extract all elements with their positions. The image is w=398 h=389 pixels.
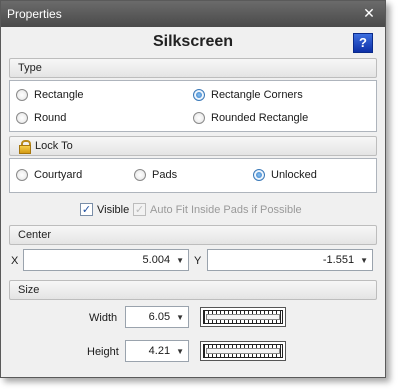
chevron-down-icon[interactable]: ▼ xyxy=(176,256,184,265)
chevron-down-icon[interactable]: ▼ xyxy=(176,347,184,356)
radio-label: Unlocked xyxy=(271,169,317,181)
visible-checkbox[interactable]: ✓ Visible xyxy=(80,203,129,216)
radio-indicator xyxy=(16,169,28,181)
checkbox-box: ✓ xyxy=(133,203,146,216)
size-section-header: Size xyxy=(9,280,377,300)
type-section-header: Type xyxy=(9,58,377,78)
radio-label: Rounded Rectangle xyxy=(211,112,309,124)
radio-rounded-rectangle[interactable]: Rounded Rectangle xyxy=(193,112,308,124)
center-y-input[interactable]: -1.551 ▼ xyxy=(207,249,373,271)
radio-label: Pads xyxy=(152,169,178,181)
chevron-down-icon[interactable]: ▼ xyxy=(176,313,184,322)
center-x-input[interactable]: 5.004 ▼ xyxy=(23,249,189,271)
checkbox-label: Visible xyxy=(97,203,130,216)
radio-label: Rectangle xyxy=(34,89,84,101)
radio-label: Courtyard xyxy=(34,169,83,181)
radio-courtyard[interactable]: Courtyard xyxy=(16,169,82,181)
properties-window: Properties ✕ Silkscreen ? Type Rectangle… xyxy=(0,0,386,378)
height-label: Height xyxy=(87,346,119,358)
autofit-checkbox[interactable]: ✓ Auto Fit Inside Pads if Possible xyxy=(133,203,302,216)
height-input[interactable]: 4.21 ▼ xyxy=(125,340,189,362)
radio-indicator xyxy=(193,112,205,124)
radio-round[interactable]: Round xyxy=(16,112,66,124)
width-label: Width xyxy=(89,312,118,324)
height-value: 4.21 xyxy=(148,345,171,357)
title-bar: Properties ✕ xyxy=(1,1,385,27)
radio-indicator xyxy=(193,89,205,101)
width-slider[interactable] xyxy=(200,307,286,327)
lock-panel: Courtyard Pads Unlocked xyxy=(9,158,377,193)
lock-section-label: Lock To xyxy=(35,140,73,152)
center-y-label: Y xyxy=(194,255,202,267)
center-section-label: Center xyxy=(18,229,52,241)
checkbox-label: Auto Fit Inside Pads if Possible xyxy=(150,203,302,216)
center-x-value: 5.004 xyxy=(142,254,171,266)
size-section-label: Size xyxy=(18,284,40,296)
radio-indicator xyxy=(16,89,28,101)
page-title: Silkscreen xyxy=(152,33,234,50)
width-input[interactable]: 6.05 ▼ xyxy=(125,306,189,328)
slider-track xyxy=(203,344,283,358)
radio-label: Rectangle Corners xyxy=(211,89,303,101)
center-x-label: X xyxy=(11,255,19,267)
radio-rectangle-corners[interactable]: Rectangle Corners xyxy=(193,89,303,101)
radio-pads[interactable]: Pads xyxy=(134,169,177,181)
type-section-label: Type xyxy=(18,62,42,74)
help-icon[interactable]: ? xyxy=(353,33,373,53)
radio-label: Round xyxy=(34,112,67,124)
radio-rectangle[interactable]: Rectangle xyxy=(16,89,84,101)
radio-unlocked[interactable]: Unlocked xyxy=(253,169,317,181)
radio-indicator xyxy=(253,169,265,181)
lock-section-header: Lock To xyxy=(9,136,377,156)
radio-indicator xyxy=(134,169,146,181)
lock-icon xyxy=(18,140,31,154)
chevron-down-icon[interactable]: ▼ xyxy=(360,256,368,265)
close-icon[interactable]: ✕ xyxy=(361,5,377,21)
center-y-value: -1.551 xyxy=(322,254,355,266)
window-title: Properties xyxy=(7,7,62,21)
radio-indicator xyxy=(16,112,28,124)
type-panel: Rectangle Rectangle Corners Round Rounde… xyxy=(9,80,377,132)
width-value: 6.05 xyxy=(148,311,171,323)
center-section-header: Center xyxy=(9,225,377,245)
slider-track xyxy=(203,310,283,324)
height-slider[interactable] xyxy=(200,341,286,361)
checkbox-box: ✓ xyxy=(80,203,93,216)
